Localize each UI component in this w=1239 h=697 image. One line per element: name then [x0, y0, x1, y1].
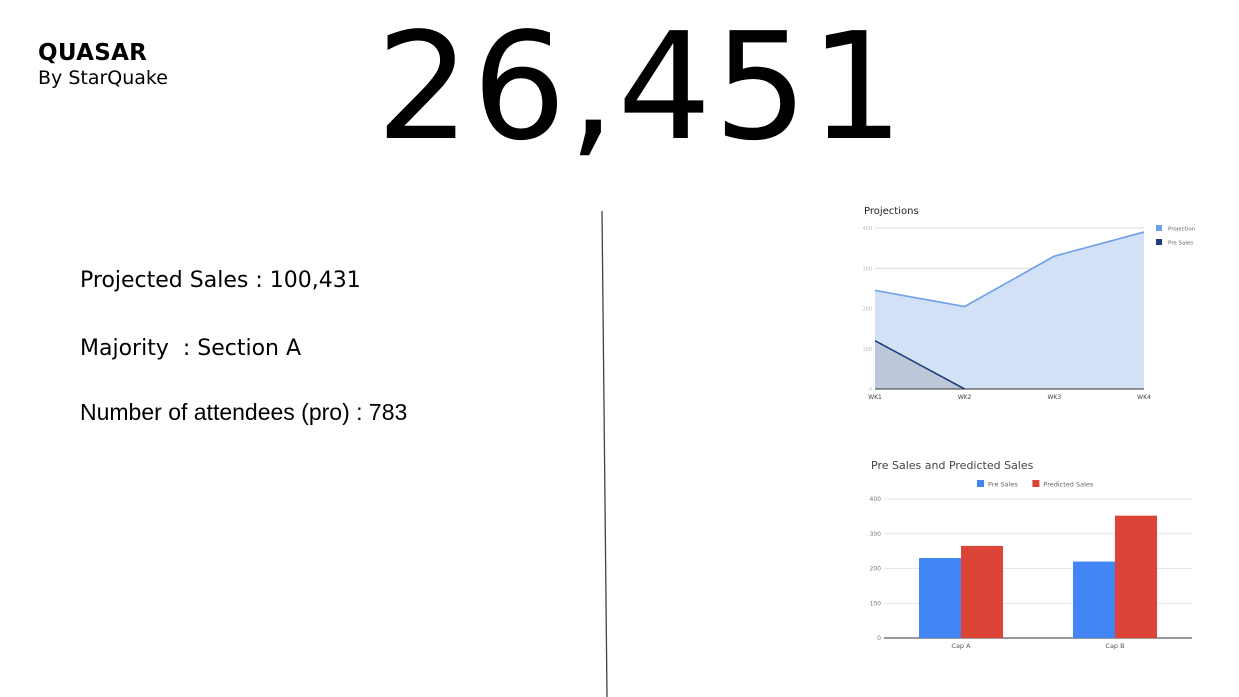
y-tick-label: 0 [877, 635, 881, 642]
bar-pre-sales [1073, 561, 1115, 638]
legend-swatch [1156, 239, 1162, 245]
x-tick-label: WK2 [958, 394, 972, 401]
x-tick-label: WK4 [1137, 394, 1151, 401]
x-tick-label: Cap B [1105, 642, 1124, 650]
bar-predicted-sales [961, 545, 1003, 638]
y-tick-label: 100 [870, 600, 882, 607]
y-tick-label: 200 [862, 307, 872, 313]
chart-title: Pre Sales and Predicted Sales [871, 459, 1034, 472]
sales-bar-chart: Pre Sales and Predicted Sales Pre Sales Pr… [860, 452, 1200, 657]
legend-label: Predicted Sales [1043, 481, 1093, 489]
legend-swatch [977, 480, 984, 487]
x-tick-label: WK1 [868, 394, 882, 401]
legend-label: Pre Sales [1168, 241, 1193, 247]
x-tick-label: Cap A [951, 642, 971, 650]
y-tick-label: 100 [862, 347, 872, 353]
x-tick-label: WK3 [1047, 394, 1061, 401]
y-tick-label: 400 [870, 496, 882, 503]
bar-predicted-sales [1115, 515, 1157, 638]
legend-label: Pre Sales [988, 481, 1018, 489]
legend-swatch [1032, 480, 1040, 487]
legend-label: Projection [1168, 227, 1196, 233]
y-tick-label: 400 [862, 226, 872, 232]
bar-pre-sales [919, 558, 961, 638]
y-tick-label: 300 [870, 531, 882, 538]
chart-title: Projections [864, 206, 919, 217]
y-tick-label: 300 [862, 266, 872, 272]
projections-chart: Projections 0 100 200 300 400 WK1 WK2 WK3 WK4 Proj… [858, 198, 1208, 408]
y-tick-label: 0 [869, 387, 872, 393]
legend-swatch [1156, 225, 1162, 231]
y-tick-label: 200 [870, 566, 882, 573]
